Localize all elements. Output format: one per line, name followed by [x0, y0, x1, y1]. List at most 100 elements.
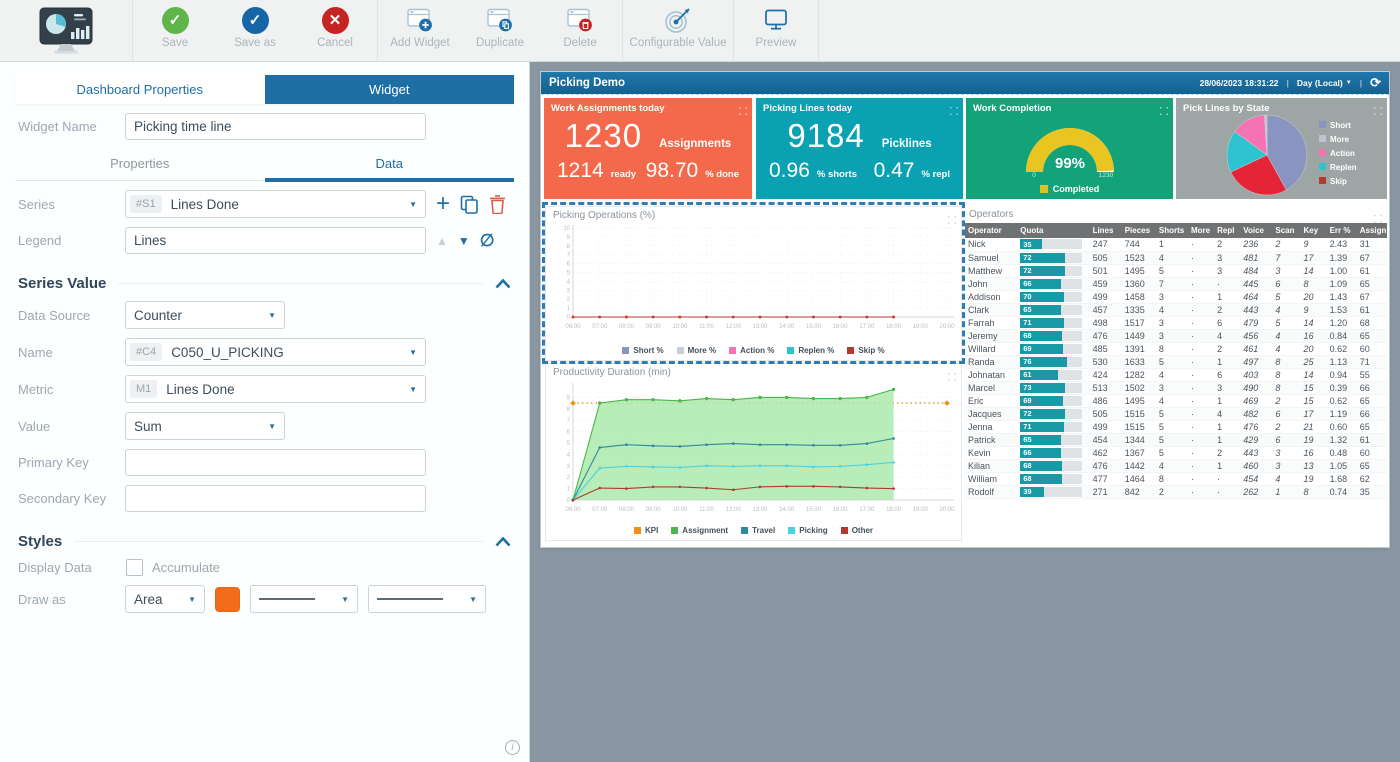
- series-color-swatch[interactable]: [215, 587, 240, 612]
- table-cell: ·: [1188, 329, 1214, 342]
- hide-series-button[interactable]: ∅: [470, 231, 495, 251]
- line-width-select[interactable]: ▼: [368, 585, 486, 613]
- table-cell: ·: [1188, 420, 1214, 433]
- widget-productivity-duration[interactable]: Productivity Duration (min) 06:0007:0008…: [545, 363, 962, 541]
- value-label: Value: [18, 419, 125, 434]
- cancel-button[interactable]: ✕ Cancel: [295, 0, 375, 61]
- table-cell: 4: [1156, 303, 1188, 316]
- table-cell: 4: [1156, 251, 1188, 264]
- widget-name-input[interactable]: [125, 113, 426, 140]
- table-cell: ·: [1188, 485, 1214, 498]
- widget-work-completion-gauge[interactable]: Work Completion 99%01230 Completed: [966, 98, 1173, 199]
- configurable-value-icon: [664, 7, 692, 34]
- counter-name-select[interactable]: #C4 C050_U_PICKING ▼: [125, 338, 426, 366]
- period-dropdown[interactable]: Day (Local) ▼: [1297, 78, 1352, 88]
- table-cell: 65: [1357, 277, 1387, 290]
- table-row: Farrah7149815173·64795141.2068: [965, 316, 1387, 329]
- table-cell: 464: [1240, 290, 1272, 303]
- collapse-chevron-icon[interactable]: [495, 537, 511, 547]
- table-row: William6847714648··4544191.6862: [965, 472, 1387, 485]
- primary-key-label: Primary Key: [18, 455, 125, 470]
- widget-work-assignments-card[interactable]: Work Assignments today 1230 Assignments …: [544, 98, 752, 199]
- table-cell: 71: [1357, 355, 1387, 368]
- table-cell: 1633: [1122, 355, 1156, 368]
- preview-button[interactable]: Preview: [736, 0, 816, 61]
- delete-series-button[interactable]: [479, 195, 506, 214]
- series-select[interactable]: #S1 Lines Done ▼: [125, 190, 426, 218]
- table-cell: 4: [1272, 329, 1300, 342]
- tab-dashboard-properties[interactable]: Dashboard Properties: [15, 75, 265, 104]
- tab-widget[interactable]: Widget: [265, 75, 515, 104]
- widget-pick-lines-by-state-pie[interactable]: Pick Lines by State ShortMoreActionReple…: [1176, 98, 1387, 199]
- series-row: Series #S1 Lines Done ▼ +: [18, 190, 511, 218]
- widget-picking-operations[interactable]: Picking Operations (%) 06:0007:0008:0009…: [545, 206, 962, 361]
- expand-icon[interactable]: [950, 102, 958, 120]
- svg-text:20:00: 20:00: [939, 507, 955, 513]
- column-header[interactable]: More: [1188, 223, 1214, 238]
- styles-heading: Styles: [18, 533, 62, 550]
- configurable-value-button[interactable]: Configurable Value: [625, 0, 731, 61]
- divider: |: [1360, 78, 1362, 88]
- table-cell: 477: [1090, 472, 1122, 485]
- table-cell: 7: [1156, 277, 1188, 290]
- column-header[interactable]: Assign: [1357, 223, 1387, 238]
- svg-text:9: 9: [567, 235, 571, 241]
- table-cell: 1335: [1122, 303, 1156, 316]
- table-cell: 262: [1240, 485, 1272, 498]
- pie-chart: ShortMoreActionReplenSkip: [1179, 111, 1384, 197]
- move-series-down-button[interactable]: ▼: [448, 234, 470, 248]
- legend-item: Replen %: [787, 346, 834, 355]
- column-header[interactable]: Pieces: [1122, 223, 1156, 238]
- save-button[interactable]: ✓ Save: [135, 0, 215, 61]
- column-header[interactable]: Shorts: [1156, 223, 1188, 238]
- widget-operators-table[interactable]: Operators OperatorQuotaLinesPiecesShorts…: [965, 206, 1387, 507]
- table-cell: 1517: [1122, 316, 1156, 329]
- table-row: Kilian6847614424·14603131.0565: [965, 459, 1387, 472]
- table-cell: 459: [1090, 277, 1122, 290]
- svg-text:18:00: 18:00: [886, 507, 902, 513]
- table-cell: 66: [1357, 407, 1387, 420]
- chevron-down-icon: ▼: [409, 348, 417, 357]
- save-as-button[interactable]: ✓ Save as: [215, 0, 295, 61]
- column-header[interactable]: Quota: [1017, 223, 1089, 238]
- legend-input[interactable]: [125, 227, 426, 254]
- column-header[interactable]: Err %: [1327, 223, 1357, 238]
- table-cell: 21: [1300, 420, 1326, 433]
- widget-subtabs: Properties Data: [15, 155, 514, 181]
- column-header[interactable]: Key: [1300, 223, 1326, 238]
- duplicate-button[interactable]: Duplicate: [460, 0, 540, 61]
- table-cell: 66: [1357, 381, 1387, 394]
- column-header[interactable]: Scan: [1272, 223, 1300, 238]
- svg-text:08:00: 08:00: [619, 324, 635, 330]
- expand-icon[interactable]: [1374, 210, 1382, 228]
- column-header[interactable]: Voice: [1240, 223, 1272, 238]
- widget-picking-lines-card[interactable]: Picking Lines today 9184 Picklines 0.96%…: [756, 98, 963, 199]
- table-cell: 1.68: [1327, 472, 1357, 485]
- copy-series-button[interactable]: [450, 195, 479, 214]
- table-cell: 476: [1090, 459, 1122, 472]
- table-cell: 5: [1156, 433, 1188, 446]
- primary-key-input[interactable]: [125, 449, 426, 476]
- value-select[interactable]: Sum ▼: [125, 412, 285, 440]
- info-button[interactable]: i: [505, 740, 520, 755]
- svg-text:06:00: 06:00: [565, 324, 581, 330]
- delete-button[interactable]: Delete: [540, 0, 620, 61]
- line-style-select[interactable]: ▼: [250, 585, 358, 613]
- move-series-up-button[interactable]: ▲: [426, 234, 448, 248]
- data-source-select[interactable]: Counter ▼: [125, 301, 285, 329]
- accumulate-checkbox[interactable]: [126, 559, 143, 576]
- column-header[interactable]: Operator: [965, 223, 1017, 238]
- column-header[interactable]: Repl: [1214, 223, 1240, 238]
- metric-select[interactable]: M1 Lines Done ▼: [125, 375, 426, 403]
- add-widget-icon: [407, 8, 434, 33]
- metric-row: Metric M1 Lines Done ▼: [18, 375, 511, 403]
- tab-properties[interactable]: Properties: [15, 155, 265, 181]
- draw-as-select[interactable]: Area ▼: [125, 585, 205, 613]
- expand-icon[interactable]: [739, 102, 747, 120]
- refresh-button[interactable]: ⟳: [1370, 75, 1381, 91]
- column-header[interactable]: Lines: [1090, 223, 1122, 238]
- add-widget-button[interactable]: Add Widget: [380, 0, 460, 61]
- add-series-button[interactable]: +: [426, 194, 450, 214]
- collapse-chevron-icon[interactable]: [495, 279, 511, 289]
- secondary-key-input[interactable]: [125, 485, 426, 512]
